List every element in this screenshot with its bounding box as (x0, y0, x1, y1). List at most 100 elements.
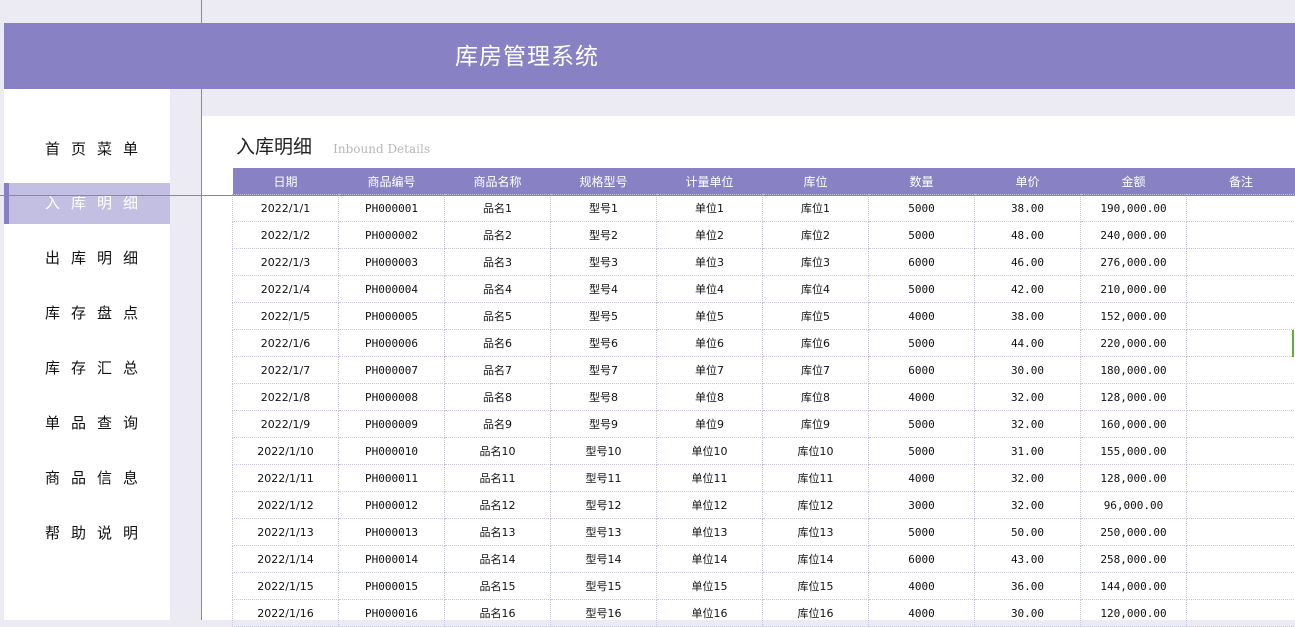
table-cell[interactable]: 品名11 (445, 465, 551, 492)
table-cell[interactable]: 型号15 (551, 573, 657, 600)
table-cell[interactable]: 品名10 (445, 438, 551, 465)
table-cell[interactable]: PH000013 (339, 519, 445, 546)
column-header[interactable]: 库位 (763, 168, 869, 195)
table-cell[interactable]: 库位15 (763, 573, 869, 600)
table-cell[interactable] (1187, 303, 1295, 330)
table-cell[interactable]: 单位7 (657, 357, 763, 384)
table-cell[interactable]: 型号9 (551, 411, 657, 438)
table-cell[interactable]: 155,000.00 (1081, 438, 1187, 465)
table-cell[interactable]: 2022/1/16 (233, 600, 339, 627)
table-cell[interactable]: 38.00 (975, 303, 1081, 330)
column-header[interactable]: 商品编号 (339, 168, 445, 195)
table-cell[interactable]: PH000003 (339, 249, 445, 276)
table-cell[interactable]: 品名4 (445, 276, 551, 303)
table-cell[interactable]: 5000 (869, 519, 975, 546)
table-cell[interactable]: PH000016 (339, 600, 445, 627)
table-cell[interactable]: 2022/1/11 (233, 465, 339, 492)
table-cell[interactable]: PH000006 (339, 330, 445, 357)
table-cell[interactable]: 258,000.00 (1081, 546, 1187, 573)
table-cell[interactable]: 2022/1/13 (233, 519, 339, 546)
table-cell[interactable] (1187, 249, 1295, 276)
table-cell[interactable]: 48.00 (975, 222, 1081, 249)
table-cell[interactable]: PH000008 (339, 384, 445, 411)
table-cell[interactable]: 276,000.00 (1081, 249, 1187, 276)
table-cell[interactable]: 单位2 (657, 222, 763, 249)
table-cell[interactable] (1187, 546, 1295, 573)
table-cell[interactable]: 品名15 (445, 573, 551, 600)
table-cell[interactable]: 30.00 (975, 357, 1081, 384)
table-cell[interactable]: 单位8 (657, 384, 763, 411)
table-cell[interactable]: 96,000.00 (1081, 492, 1187, 519)
table-cell[interactable]: 品名9 (445, 411, 551, 438)
table-cell[interactable]: 单位6 (657, 330, 763, 357)
sidebar-item-inventory-summary[interactable]: 库存汇总 (4, 348, 170, 389)
table-cell[interactable]: 单位3 (657, 249, 763, 276)
column-header[interactable]: 计量单位 (657, 168, 763, 195)
table-cell[interactable]: 6000 (869, 249, 975, 276)
table-cell[interactable]: 品名8 (445, 384, 551, 411)
table-cell[interactable]: 单位15 (657, 573, 763, 600)
table-cell[interactable] (1187, 276, 1295, 303)
column-header[interactable]: 商品名称 (445, 168, 551, 195)
table-cell[interactable] (1187, 465, 1295, 492)
table-cell[interactable]: 型号13 (551, 519, 657, 546)
table-cell[interactable]: 32.00 (975, 411, 1081, 438)
table-cell[interactable]: 单位13 (657, 519, 763, 546)
table-cell[interactable]: 128,000.00 (1081, 465, 1187, 492)
table-cell[interactable]: 库位10 (763, 438, 869, 465)
table-cell[interactable] (1187, 492, 1295, 519)
table-cell[interactable]: 2022/1/1 (233, 195, 339, 222)
table-cell[interactable]: 32.00 (975, 384, 1081, 411)
table-cell[interactable]: 2022/1/5 (233, 303, 339, 330)
sidebar-item-item-query[interactable]: 单品查询 (4, 403, 170, 444)
table-cell[interactable]: 型号6 (551, 330, 657, 357)
sidebar-item-outbound-details[interactable]: 出库明细 (4, 238, 170, 279)
table-cell[interactable]: 单位16 (657, 600, 763, 627)
table-cell[interactable]: 2022/1/4 (233, 276, 339, 303)
table-cell[interactable] (1187, 384, 1295, 411)
table-cell[interactable]: 2022/1/8 (233, 384, 339, 411)
table-cell[interactable]: 型号8 (551, 384, 657, 411)
table-cell[interactable]: 31.00 (975, 438, 1081, 465)
column-header[interactable]: 金额 (1081, 168, 1187, 195)
table-cell[interactable] (1187, 357, 1295, 384)
table-cell[interactable]: 2022/1/3 (233, 249, 339, 276)
table-cell[interactable]: 型号5 (551, 303, 657, 330)
table-cell[interactable]: 单位14 (657, 546, 763, 573)
table-cell[interactable]: 库位6 (763, 330, 869, 357)
column-header[interactable]: 日期 (233, 168, 339, 195)
column-header[interactable]: 规格型号 (551, 168, 657, 195)
table-cell[interactable]: 32.00 (975, 492, 1081, 519)
table-cell[interactable]: PH000009 (339, 411, 445, 438)
table-cell[interactable]: 品名16 (445, 600, 551, 627)
column-header[interactable]: 备注 (1187, 168, 1295, 195)
table-cell[interactable]: 单位12 (657, 492, 763, 519)
table-cell[interactable]: 2022/1/9 (233, 411, 339, 438)
table-cell[interactable]: 5000 (869, 330, 975, 357)
table-cell[interactable]: 库位13 (763, 519, 869, 546)
table-cell[interactable]: 单位11 (657, 465, 763, 492)
table-cell[interactable]: 型号3 (551, 249, 657, 276)
table-cell[interactable] (1187, 573, 1295, 600)
table-cell[interactable]: 型号16 (551, 600, 657, 627)
table-cell[interactable]: 43.00 (975, 546, 1081, 573)
table-cell[interactable]: 44.00 (975, 330, 1081, 357)
table-cell[interactable]: 库位7 (763, 357, 869, 384)
table-cell[interactable]: 型号2 (551, 222, 657, 249)
table-cell[interactable]: 2022/1/10 (233, 438, 339, 465)
table-cell[interactable]: 品名7 (445, 357, 551, 384)
table-cell[interactable]: 240,000.00 (1081, 222, 1187, 249)
table-cell[interactable]: 4000 (869, 303, 975, 330)
table-cell[interactable]: 42.00 (975, 276, 1081, 303)
table-cell[interactable]: 品名12 (445, 492, 551, 519)
table-cell[interactable]: 库位12 (763, 492, 869, 519)
table-cell[interactable]: PH000012 (339, 492, 445, 519)
table-cell[interactable]: PH000007 (339, 357, 445, 384)
sidebar-item-help[interactable]: 帮助说明 (4, 513, 170, 554)
table-cell[interactable]: 50.00 (975, 519, 1081, 546)
table-cell[interactable]: 180,000.00 (1081, 357, 1187, 384)
table-cell[interactable]: 库位5 (763, 303, 869, 330)
table-cell[interactable]: 库位4 (763, 276, 869, 303)
table-cell[interactable]: 型号12 (551, 492, 657, 519)
table-cell[interactable]: PH000015 (339, 573, 445, 600)
